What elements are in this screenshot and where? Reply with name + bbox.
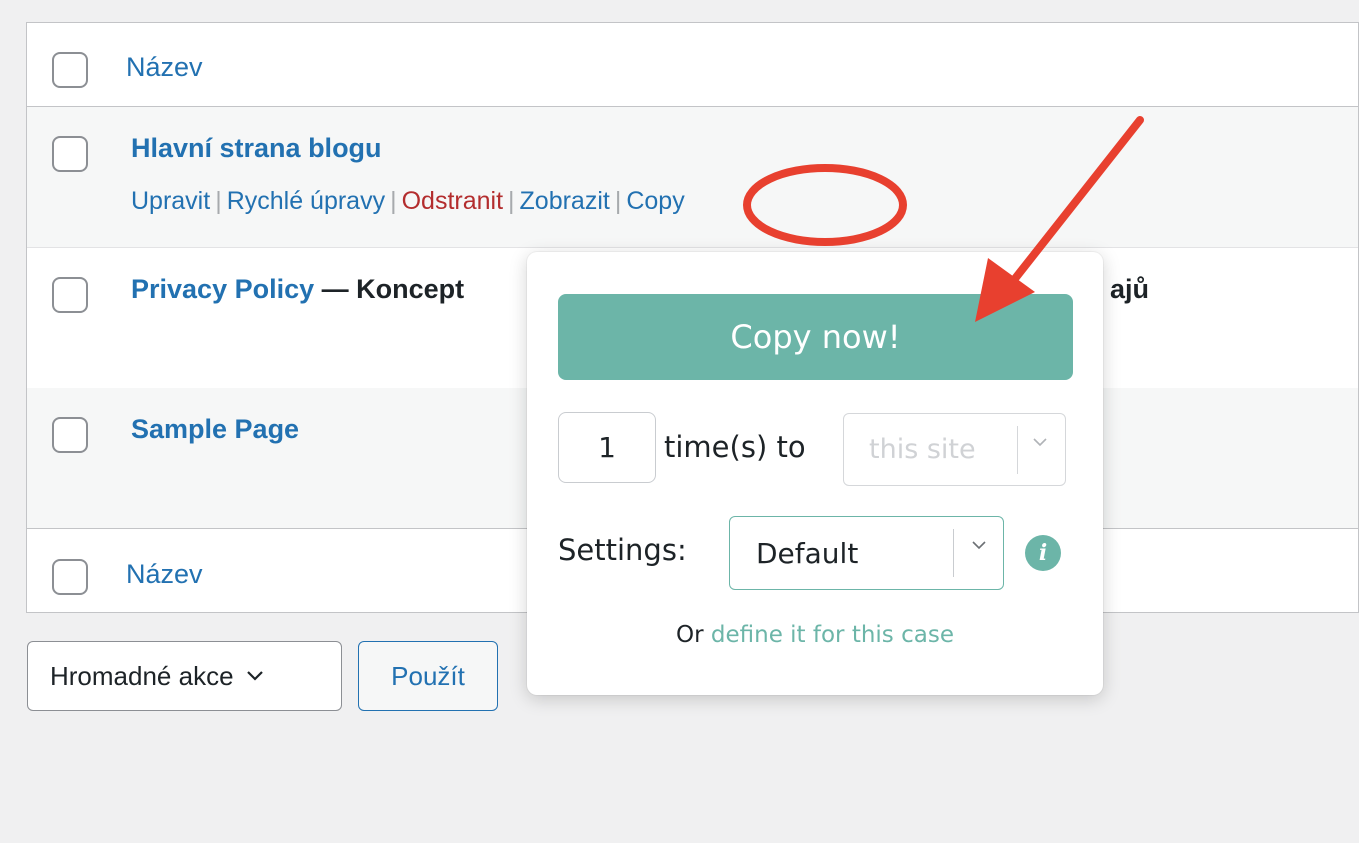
- post-title-link: Privacy Policy — Koncept: [131, 274, 464, 305]
- settings-value: Default: [756, 537, 859, 570]
- chevron-down-icon: [246, 671, 263, 681]
- select-divider: [953, 529, 954, 577]
- apply-button[interactable]: Použít: [358, 641, 498, 711]
- destination-site-value: this site: [869, 434, 976, 465]
- settings-select[interactable]: Default: [729, 516, 1004, 590]
- bulk-actions-select[interactable]: Hromadné akce: [27, 641, 342, 711]
- table-header-row: Název: [27, 23, 1358, 107]
- copy-link[interactable]: Copy: [626, 187, 684, 215]
- info-icon[interactable]: i: [1025, 535, 1061, 571]
- action-separator: |: [614, 187, 622, 215]
- action-separator: |: [390, 187, 397, 215]
- define-prefix: Or: [676, 622, 711, 648]
- times-label: time(s) to: [664, 430, 806, 464]
- table-row: Hlavní strana blogu Upravit | Rychlé úprav…: [27, 107, 1358, 248]
- define-settings-line: Or define it for this case: [527, 622, 1103, 648]
- copy-popover: Copy now! 1 time(s) to this site Setting…: [527, 252, 1103, 695]
- title-column-footer[interactable]: Název: [126, 559, 203, 590]
- settings-label: Settings:: [558, 533, 687, 567]
- row-checkbox[interactable]: [52, 136, 88, 172]
- row-checkbox[interactable]: [52, 277, 88, 313]
- title-column-header[interactable]: Název: [126, 52, 203, 83]
- quick-edit-link[interactable]: Rychlé úpravy: [227, 187, 385, 215]
- copy-times-input[interactable]: 1: [558, 412, 656, 483]
- select-all-checkbox[interactable]: [52, 52, 88, 88]
- post-title-text[interactable]: Privacy Policy: [131, 274, 314, 304]
- copy-now-button[interactable]: Copy now!: [558, 294, 1073, 380]
- delete-link[interactable]: Odstranit: [402, 187, 503, 215]
- select-divider: [1017, 426, 1018, 474]
- chevron-down-icon: [972, 541, 986, 550]
- action-separator: |: [215, 187, 222, 215]
- post-title-tail: ajů: [1110, 274, 1150, 304]
- row-checkbox[interactable]: [52, 417, 88, 453]
- post-state-label: — Koncept: [314, 274, 465, 304]
- select-all-checkbox-footer[interactable]: [52, 559, 88, 595]
- destination-site-select[interactable]: this site: [843, 413, 1066, 486]
- define-settings-link[interactable]: define it for this case: [711, 622, 954, 648]
- view-link[interactable]: Zobrazit: [520, 187, 610, 215]
- post-title-link[interactable]: Sample Page: [131, 414, 299, 445]
- bulk-actions-label: Hromadné akce: [50, 660, 234, 691]
- chevron-down-icon: [1033, 438, 1047, 447]
- action-separator: |: [508, 187, 515, 215]
- post-title-link[interactable]: Hlavní strana blogu: [131, 133, 382, 164]
- row-actions: Upravit | Rychlé úpravy | Odstranit | Zobrazit…: [131, 187, 685, 216]
- edit-link[interactable]: Upravit: [131, 187, 210, 215]
